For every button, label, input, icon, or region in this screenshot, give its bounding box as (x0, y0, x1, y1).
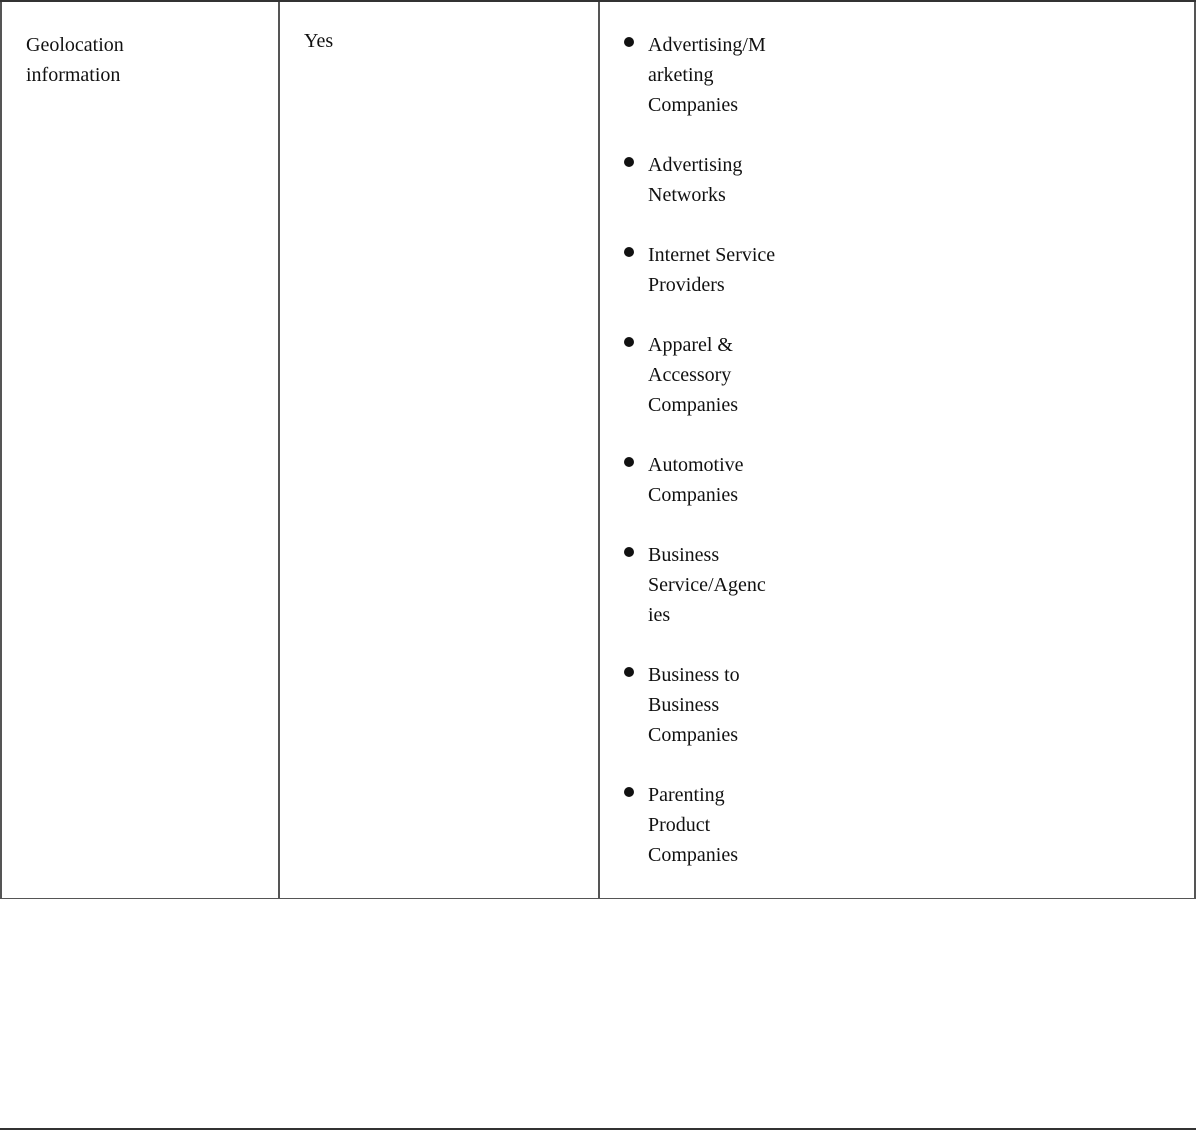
category-line1: Geolocation (26, 34, 124, 56)
category-cell: Geolocation information (0, 2, 280, 898)
category-text: Geolocation information (26, 34, 124, 86)
bullet-icon (624, 457, 634, 467)
bullet-icon (624, 547, 634, 557)
bullet-icon (624, 37, 634, 47)
list-item: Apparel &AccessoryCompanies (624, 330, 1170, 420)
companies-list: Advertising/MarketingCompanies Advertisi… (624, 30, 1170, 870)
bullet-icon (624, 787, 634, 797)
disclosed-value: Yes (304, 30, 333, 52)
category-line2: information (26, 64, 120, 86)
bullet-icon (624, 157, 634, 167)
bullet-icon (624, 667, 634, 677)
bullet-icon (624, 247, 634, 257)
company-name: Advertising/MarketingCompanies (648, 30, 1170, 120)
list-item: Internet ServiceProviders (624, 240, 1170, 300)
list-item: Advertising/MarketingCompanies (624, 30, 1170, 120)
list-item: Business toBusinessCompanies (624, 660, 1170, 750)
company-name: ParentingProductCompanies (648, 780, 1170, 870)
bullet-icon (624, 337, 634, 347)
data-table: Geolocation information Yes Advertising/… (0, 0, 1196, 1130)
list-item: BusinessService/Agencies (624, 540, 1170, 630)
company-name: Business toBusinessCompanies (648, 660, 1170, 750)
table-row: Geolocation information Yes Advertising/… (0, 2, 1196, 899)
company-name: Internet ServiceProviders (648, 240, 1170, 300)
disclosed-cell: Yes (280, 2, 600, 898)
company-name: BusinessService/Agencies (648, 540, 1170, 630)
company-name: AutomotiveCompanies (648, 450, 1170, 510)
list-item: AdvertisingNetworks (624, 150, 1170, 210)
list-item: AutomotiveCompanies (624, 450, 1170, 510)
companies-cell: Advertising/MarketingCompanies Advertisi… (600, 2, 1196, 898)
company-name: AdvertisingNetworks (648, 150, 1170, 210)
company-name: Apparel &AccessoryCompanies (648, 330, 1170, 420)
list-item: ParentingProductCompanies (624, 780, 1170, 870)
